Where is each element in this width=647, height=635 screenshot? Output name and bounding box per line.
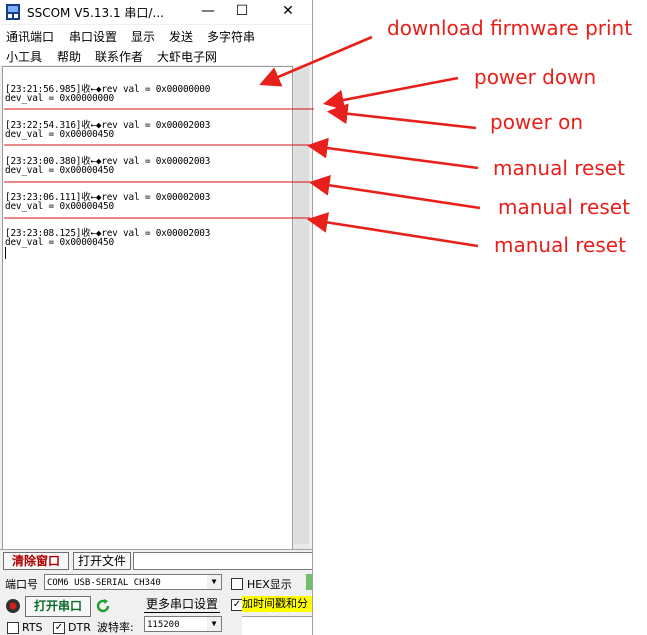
rts-label: RTS	[22, 621, 43, 634]
annotation-power-on: power on	[490, 110, 584, 134]
clear-window-button[interactable]: 清除窗口	[3, 552, 69, 570]
menu-display[interactable]: 显示	[131, 28, 155, 45]
arrow	[306, 212, 479, 248]
close-button[interactable]: ✕	[268, 0, 308, 22]
annotation-download-firmware: download firmware print	[387, 16, 633, 40]
arrow	[308, 175, 481, 210]
annotation-manual-reset: manual reset	[494, 233, 626, 257]
arrow	[322, 76, 459, 111]
menu-serial-settings[interactable]: 串口设置	[69, 28, 117, 45]
action-row: 清除窗口 打开文件	[0, 549, 312, 570]
title-bar: SSCOM V5.13.1 串口/... — ☐ ✕	[0, 0, 312, 24]
log-line: dev_val = 0x00000450	[5, 237, 114, 248]
open-file-button[interactable]: 打开文件	[73, 552, 131, 570]
file-path-input[interactable]	[133, 552, 312, 570]
rts-checkbox[interactable]	[7, 622, 19, 634]
log-line: dev_val = 0x00000450	[5, 165, 114, 176]
app-icon	[6, 4, 20, 20]
menu-comm-port[interactable]: 通讯端口	[6, 28, 54, 45]
arrow	[306, 137, 479, 170]
vertical-scrollbar[interactable]	[293, 66, 310, 549]
baud-value: 115200	[147, 620, 180, 630]
annotation-manual-reset: manual reset	[498, 195, 630, 219]
send-input-area[interactable]	[242, 616, 312, 635]
timestamp-label: 加时间戳和分	[242, 596, 312, 612]
menu-contact-author[interactable]: 联系作者	[95, 48, 143, 65]
dtr-checkbox[interactable]: ✓	[53, 622, 65, 634]
menu-multi-string[interactable]: 多字符串	[207, 28, 255, 45]
chevron-down-icon: ▼	[207, 575, 221, 589]
menu-send[interactable]: 发送	[169, 28, 193, 45]
menu-website[interactable]: 大虾电子网	[157, 48, 217, 65]
arrow	[326, 103, 477, 130]
port-label: 端口号	[5, 578, 38, 591]
log-line: dev_val = 0x00000450	[5, 201, 114, 212]
annotation-power-down: power down	[474, 65, 597, 89]
log-line: dev_val = 0x00000000	[5, 93, 114, 104]
baud-select[interactable]: 115200 ▼	[144, 616, 222, 632]
more-settings-button[interactable]: 更多串口设置	[144, 596, 220, 613]
menu-bar-row1: 通讯端口 串口设置 显示 发送 多字符串	[0, 25, 312, 45]
maximize-button[interactable]: ☐	[222, 0, 262, 22]
dtr-label: DTR	[68, 621, 91, 634]
record-icon	[6, 599, 20, 613]
menu-bar-row2: 小工具 帮助 联系作者 大虾电子网	[0, 45, 312, 65]
port-row: 端口号 COM6 USB-SERIAL CH340 ▼ HEX显示	[0, 573, 312, 593]
baud-label: 波特率:	[97, 621, 134, 634]
scrollbar-thumb[interactable]	[294, 68, 309, 544]
sscom-window: SSCOM V5.13.1 串口/... — ☐ ✕ 通讯端口 串口设置 显示 …	[0, 0, 313, 635]
text-caret	[5, 247, 6, 259]
open-port-button[interactable]: 打开串口	[25, 596, 91, 617]
receive-log-area[interactable]: [23:21:56.985]收←◆rev val = 0x00000000 de…	[2, 66, 293, 551]
log-line: dev_val = 0x00000450	[5, 129, 114, 140]
annotation-manual-reset: manual reset	[493, 156, 625, 180]
refresh-icon[interactable]	[95, 598, 111, 614]
hex-display-label: HEX显示	[247, 578, 292, 591]
hex-display-checkbox[interactable]	[231, 578, 243, 590]
port-value: COM6 USB-SERIAL CH340	[47, 578, 161, 588]
chevron-down-icon: ▼	[207, 617, 221, 631]
menu-tools[interactable]: 小工具	[6, 48, 42, 65]
send-hex-strip	[306, 574, 312, 590]
menu-help[interactable]: 帮助	[57, 48, 81, 65]
window-title: SSCOM V5.13.1 串口/...	[27, 6, 164, 20]
port-select[interactable]: COM6 USB-SERIAL CH340 ▼	[44, 574, 222, 590]
